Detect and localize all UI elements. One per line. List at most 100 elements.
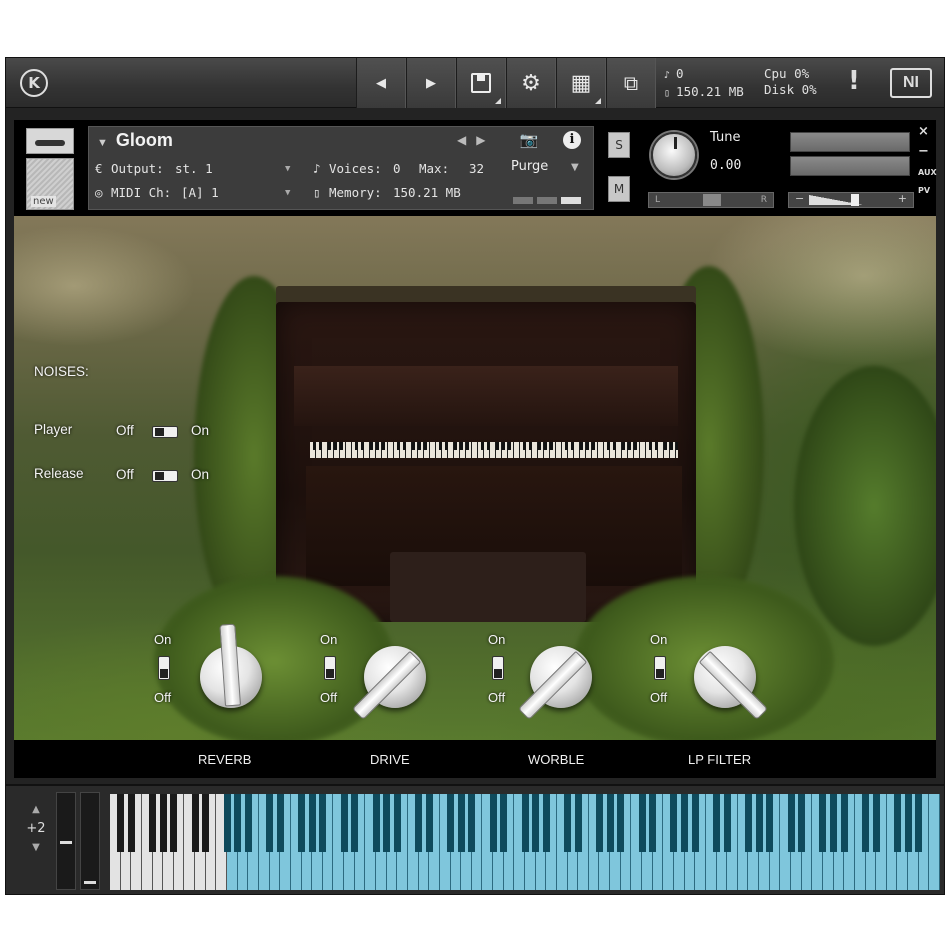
native-instruments-logo[interactable]: NI <box>890 68 932 98</box>
lp-filter-knob[interactable] <box>694 646 769 721</box>
black-key[interactable] <box>904 794 912 852</box>
release-noise-toggle[interactable] <box>152 470 178 482</box>
black-key[interactable] <box>340 794 348 852</box>
black-key[interactable] <box>489 794 497 852</box>
black-key[interactable] <box>766 794 774 852</box>
black-key[interactable] <box>372 794 380 852</box>
black-key[interactable] <box>862 794 869 852</box>
black-key[interactable] <box>308 794 316 852</box>
black-key[interactable] <box>170 794 178 852</box>
black-key[interactable] <box>830 794 838 852</box>
black-key[interactable] <box>191 794 199 852</box>
black-key[interactable] <box>319 794 327 852</box>
instrument-nav-arrows[interactable]: ◀▶ <box>457 133 495 147</box>
piano-keyboard[interactable] <box>110 794 940 890</box>
black-key[interactable] <box>787 794 795 852</box>
black-key[interactable] <box>606 794 614 852</box>
octave-up-icon[interactable]: ▲ <box>14 804 58 815</box>
black-key[interactable] <box>276 794 284 852</box>
solo-button[interactable]: S <box>608 132 630 158</box>
black-key[interactable] <box>691 794 699 852</box>
pitch-bend-wheel[interactable] <box>56 792 76 890</box>
close-icon[interactable]: × <box>918 124 929 139</box>
black-key[interactable] <box>521 794 529 852</box>
mute-button[interactable]: M <box>608 176 630 202</box>
minimize-icon[interactable]: − <box>918 144 929 159</box>
kontakt-logo-icon[interactable]: K <box>20 69 48 97</box>
black-key[interactable] <box>298 794 306 852</box>
black-key[interactable] <box>798 794 806 852</box>
pv-button[interactable]: PV <box>918 186 930 195</box>
purge-dropdown-icon[interactable]: ▼ <box>571 162 579 173</box>
midi-channel-select[interactable]: [A] 1 <box>181 185 219 200</box>
black-key[interactable] <box>670 794 678 852</box>
octave-down-icon[interactable]: ▼ <box>14 842 58 853</box>
reverb-toggle[interactable] <box>158 656 170 680</box>
black-key[interactable] <box>638 794 646 852</box>
black-key[interactable] <box>425 794 433 852</box>
black-key[interactable] <box>681 794 689 852</box>
black-key[interactable] <box>159 794 167 852</box>
black-key[interactable] <box>244 794 252 852</box>
info-icon[interactable]: i <box>563 131 581 149</box>
next-instrument-button[interactable]: ▶ <box>406 58 456 108</box>
player-noise-toggle[interactable] <box>152 426 178 438</box>
black-key[interactable] <box>149 794 157 852</box>
tune-knob[interactable] <box>651 132 697 178</box>
black-key[interactable] <box>234 794 242 852</box>
lp-filter-toggle[interactable] <box>654 656 666 680</box>
aux-button[interactable]: AUX <box>918 168 937 177</box>
prev-instrument-button[interactable]: ◀ <box>356 58 406 108</box>
black-key[interactable] <box>595 794 603 852</box>
volume-handle[interactable] <box>851 194 859 206</box>
black-key[interactable] <box>893 794 901 852</box>
pan-slider[interactable]: L R <box>648 192 774 208</box>
black-key[interactable] <box>223 794 231 852</box>
black-key[interactable] <box>457 794 465 852</box>
black-key[interactable] <box>415 794 423 852</box>
black-key[interactable] <box>744 794 752 852</box>
black-key[interactable] <box>872 794 880 852</box>
black-key[interactable] <box>542 794 550 852</box>
black-key[interactable] <box>755 794 763 852</box>
instrument-name[interactable]: ▼ Gloom <box>97 130 173 151</box>
workspace-button[interactable]: ▦ <box>556 58 606 108</box>
save-button[interactable] <box>456 58 506 108</box>
black-key[interactable] <box>617 794 625 852</box>
black-key[interactable] <box>574 794 582 852</box>
black-key[interactable] <box>383 794 391 852</box>
midi-dropdown-icon[interactable]: ▼ <box>285 188 290 198</box>
max-voices-value[interactable]: 32 <box>469 161 484 176</box>
black-key[interactable] <box>202 794 210 852</box>
drive-knob[interactable] <box>351 646 426 721</box>
output-select[interactable]: st. 1 <box>175 161 213 176</box>
options-button[interactable]: ⚙ <box>506 58 556 108</box>
minimize-view-button[interactable]: ⧉ <box>606 58 656 108</box>
black-key[interactable] <box>447 794 454 852</box>
camera-icon[interactable]: 📷 <box>517 131 541 151</box>
black-key[interactable] <box>266 794 274 852</box>
black-key[interactable] <box>649 794 657 852</box>
black-key[interactable] <box>532 794 540 852</box>
black-key[interactable] <box>840 794 848 852</box>
black-key[interactable] <box>351 794 359 852</box>
black-key[interactable] <box>819 794 827 852</box>
black-key[interactable] <box>500 794 508 852</box>
warning-icon[interactable]: ! <box>848 66 860 96</box>
modulation-wheel[interactable] <box>80 792 100 890</box>
black-key[interactable] <box>713 794 721 852</box>
output-dropdown-icon[interactable]: ▼ <box>285 164 290 174</box>
black-key[interactable] <box>117 794 125 852</box>
black-key[interactable] <box>915 794 923 852</box>
drive-toggle[interactable] <box>324 656 336 680</box>
black-key[interactable] <box>468 794 476 852</box>
white-key[interactable] <box>929 794 940 890</box>
black-key[interactable] <box>127 794 135 852</box>
reverb-knob[interactable] <box>200 623 262 708</box>
black-key[interactable] <box>393 794 401 852</box>
purge-menu[interactable]: Purge <box>511 159 548 174</box>
worble-toggle[interactable] <box>492 656 504 680</box>
black-key[interactable] <box>564 794 572 852</box>
volume-slider[interactable]: − + <box>788 192 914 208</box>
black-key[interactable] <box>723 794 731 852</box>
